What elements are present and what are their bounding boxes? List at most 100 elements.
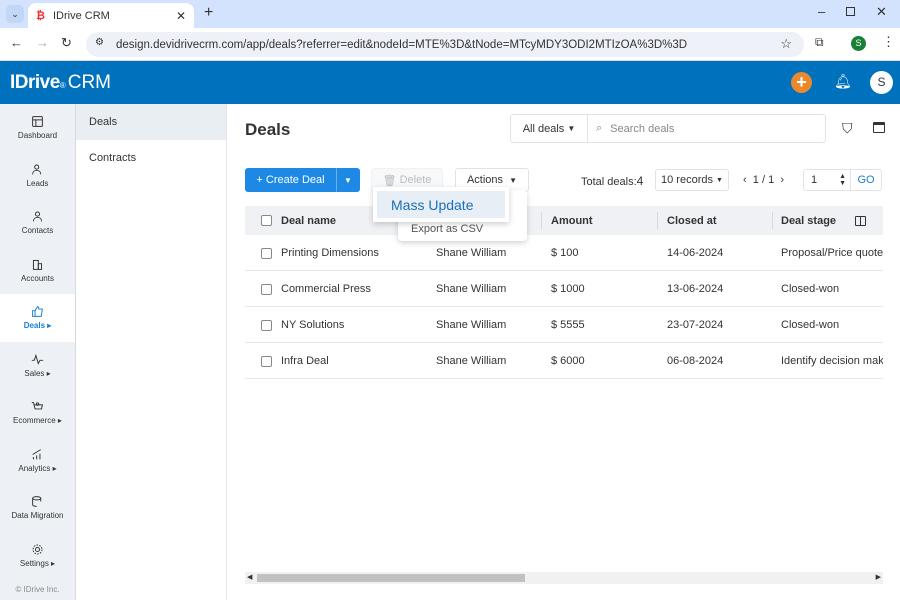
create-deal-button[interactable]: + Create Deal [245,168,336,192]
row-checkbox[interactable] [261,355,272,367]
forward-icon[interactable]: → [36,35,49,50]
prev-page-icon[interactable]: ‹ [743,174,747,186]
site-info-icon[interactable]: ⚙ [95,37,104,48]
reload-icon[interactable]: ↻ [61,35,72,51]
nav-item-accounts[interactable]: Accounts [0,247,75,295]
deal-amount: $ 6000 [551,355,585,367]
browser-tab-bar: ⌄ ₿ IDrive CRM ✕ + – ✕ [0,0,900,28]
nav-item-data-migration[interactable]: Data Migration [0,484,75,532]
column-amount[interactable]: Amount [551,206,593,235]
bookmark-star-icon[interactable]: ☆ [780,36,792,52]
deal-name-link[interactable]: Printing Dimensions [281,235,379,271]
deal-closed-at: 23-07-2024 [667,319,724,331]
browser-tab[interactable]: ₿ IDrive CRM ✕ [28,3,194,28]
records-per-page-select[interactable]: 10 records ▼ [655,169,729,191]
search-input[interactable]: ⌕ Search deals [587,114,826,143]
notification-bell-icon[interactable]: 🔔︎ [834,73,852,90]
table-row[interactable]: Infra Deal Shane William $ 6000 06-08-2024 I… [245,343,883,379]
menu-item-export-csv[interactable]: Export as CSV [411,223,483,235]
cart-icon [31,402,43,410]
deal-amount: $ 5555 [551,319,585,331]
deal-filter-select[interactable]: All deals ▼ [510,114,588,143]
deal-owner: Shane William [436,283,507,295]
pulse-icon [31,353,44,365]
extensions-icon[interactable]: ⧉ [815,35,824,50]
nav-label: Contacts [21,226,54,236]
subnav-item-deals[interactable]: Deals [76,104,226,140]
nav-label: Dashboard [17,131,58,141]
deal-owner: Shane William [436,355,507,367]
close-tab-icon[interactable]: ✕ [176,9,186,23]
subnav-label: Deals [89,116,118,128]
nav-item-ecommerce[interactable]: Ecommerce ▸ [0,389,75,437]
nav-item-contacts[interactable]: Contacts [0,199,75,247]
pager: ‹ 1 / 1 › [743,174,784,186]
database-icon [32,496,42,508]
menu-icon[interactable]: ⋮ [882,34,895,50]
nav-label: Accounts [21,273,54,283]
deal-stage: Closed-won [781,319,840,331]
address-bar-row: ← → ↻ ⚙ design.devidrivecrm.com/app/deal… [0,28,900,61]
row-checkbox[interactable] [261,247,272,259]
scrollbar-thumb[interactable] [257,574,525,582]
url-field[interactable]: ⚙ design.devidrivecrm.com/app/deals?refe… [86,32,804,57]
deal-name-link[interactable]: NY Solutions [281,307,344,343]
table-row[interactable]: Printing Dimensions Shane William $ 100 14-… [245,235,883,271]
page-title: Deals [245,120,291,139]
deal-closed-at: 14-06-2024 [667,247,724,259]
url-text: design.devidrivecrm.com/app/deals?referr… [116,38,688,51]
nav-item-leads[interactable]: Leads [0,152,75,200]
column-closed-at[interactable]: Closed at [667,206,717,235]
quick-add-button[interactable]: + [791,72,812,93]
nav-item-dashboard[interactable]: Dashboard [0,104,75,152]
deal-stage: Proposal/Price quote [781,247,883,259]
profile-avatar[interactable]: S [851,36,866,51]
row-checkbox[interactable] [261,319,272,331]
deal-amount: $ 1000 [551,283,585,295]
nav-label: Analytics ▸ [18,463,57,473]
select-all-checkbox[interactable] [261,215,272,226]
nav-item-analytics[interactable]: Analytics ▸ [0,437,75,485]
nav-item-settings[interactable]: Settings ▸ [0,532,75,580]
search-icon: ⌕ [596,122,603,134]
contacts-icon [32,211,43,222]
column-deal-name[interactable]: Deal name [281,206,336,235]
nav-item-sales[interactable]: Sales ▸ [0,342,75,390]
tab-list-button[interactable]: ⌄ [6,5,24,23]
total-deals: Total deals:4 [581,174,644,188]
subnav-label: Contracts [89,152,137,164]
page-number-input[interactable]: 1 ▲ ▼ [803,169,851,191]
app-header: IDrive ® CRM + 🔔︎ S [0,61,900,104]
menu-item-mass-update[interactable]: Mass Update [377,191,505,218]
column-deal-stage[interactable]: Deal stage [781,206,836,235]
user-avatar[interactable]: S [870,71,893,94]
create-deal-dropdown[interactable]: ▼ [336,168,360,192]
close-window-button[interactable]: ✕ [876,4,887,20]
deal-name-link[interactable]: Commercial Press [281,271,371,307]
back-icon[interactable]: ← [10,35,23,50]
filter-icon[interactable]: ⛉ [842,120,853,137]
nav-item-deals[interactable]: Deals ▸ [0,294,75,342]
gear-icon [32,544,43,555]
subnav-item-contracts[interactable]: Contracts [76,140,226,176]
new-tab-button[interactable]: + [204,4,213,22]
go-button[interactable]: GO [850,169,882,191]
deal-stage: Identify decision makers [781,355,883,367]
table-row[interactable]: Commercial Press Shane William $ 1000 13-06… [245,271,883,307]
maximize-button[interactable] [846,7,855,16]
thumbs-up-icon [32,306,43,318]
main-sidebar: Dashboard Leads Contacts Accounts Deals ▸ Sal… [0,104,76,600]
row-checkbox[interactable] [261,283,272,295]
horizontal-scrollbar[interactable]: ◀ ▶ [245,572,883,584]
table-row[interactable]: NY Solutions Shane William $ 5555 23-07-202… [245,307,883,343]
calendar-icon[interactable] [873,122,885,133]
chart-icon [32,448,42,460]
deal-owner: Shane William [436,319,507,331]
nav-label: Sales ▸ [24,368,51,378]
accounts-icon [32,259,43,270]
nav-label: Data Migration [11,511,64,521]
deal-name-link[interactable]: Infra Deal [281,343,329,379]
deal-closed-at: 06-08-2024 [667,355,724,367]
minimize-button[interactable]: – [818,4,825,19]
next-page-icon[interactable]: › [780,174,784,186]
